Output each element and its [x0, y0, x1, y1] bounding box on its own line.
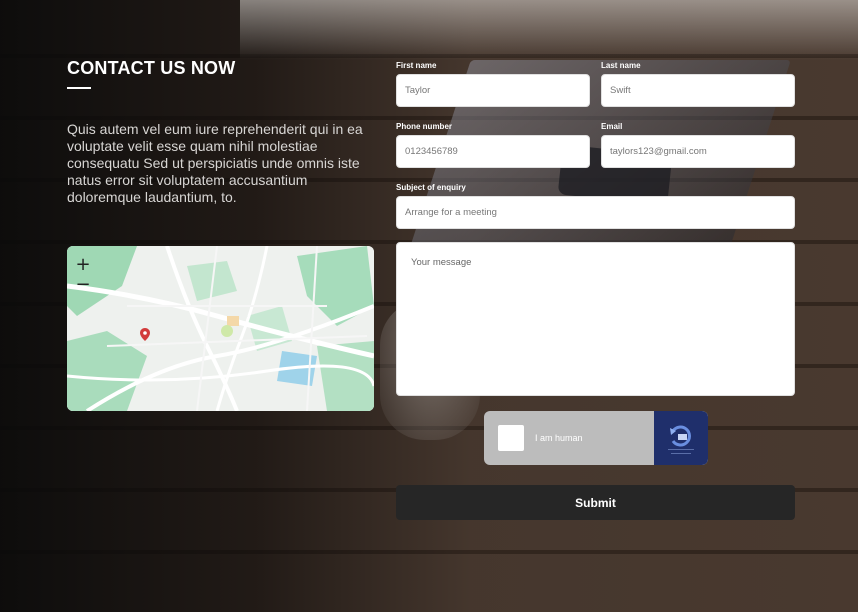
- captcha-recycle-icon: [668, 425, 694, 454]
- last-name-label: Last name: [601, 61, 641, 70]
- page-title: CONTACT US NOW: [67, 58, 236, 78]
- phone-label: Phone number: [396, 122, 453, 131]
- map-zoom-in-button[interactable]: +: [73, 256, 93, 274]
- contact-description: Quis autem vel eum iure reprehenderit qu…: [67, 121, 363, 205]
- last-name-input[interactable]: [601, 74, 795, 107]
- captcha-label: I am human: [535, 433, 583, 443]
- map-zoom-controls: + −: [73, 256, 93, 294]
- background-window-light: [240, 0, 858, 60]
- first-name-input[interactable]: [396, 74, 590, 107]
- subject-label: Subject of enquiry: [396, 183, 466, 192]
- title-underline: [67, 87, 91, 89]
- map-marker-icon: [140, 328, 150, 341]
- captcha-logo: [654, 411, 708, 465]
- submit-button[interactable]: Submit: [396, 485, 795, 520]
- subject-input[interactable]: [396, 196, 795, 229]
- map-widget[interactable]: + −: [67, 246, 374, 411]
- first-name-label: First name: [396, 61, 437, 70]
- email-input[interactable]: [601, 135, 795, 168]
- email-label: Email: [601, 122, 623, 131]
- phone-input[interactable]: [396, 135, 590, 168]
- message-textarea[interactable]: [396, 242, 795, 396]
- map-tiles: [67, 246, 374, 411]
- captcha-checkbox[interactable]: [498, 425, 524, 451]
- captcha-widget: I am human: [484, 411, 708, 465]
- map-zoom-out-button[interactable]: −: [73, 276, 93, 294]
